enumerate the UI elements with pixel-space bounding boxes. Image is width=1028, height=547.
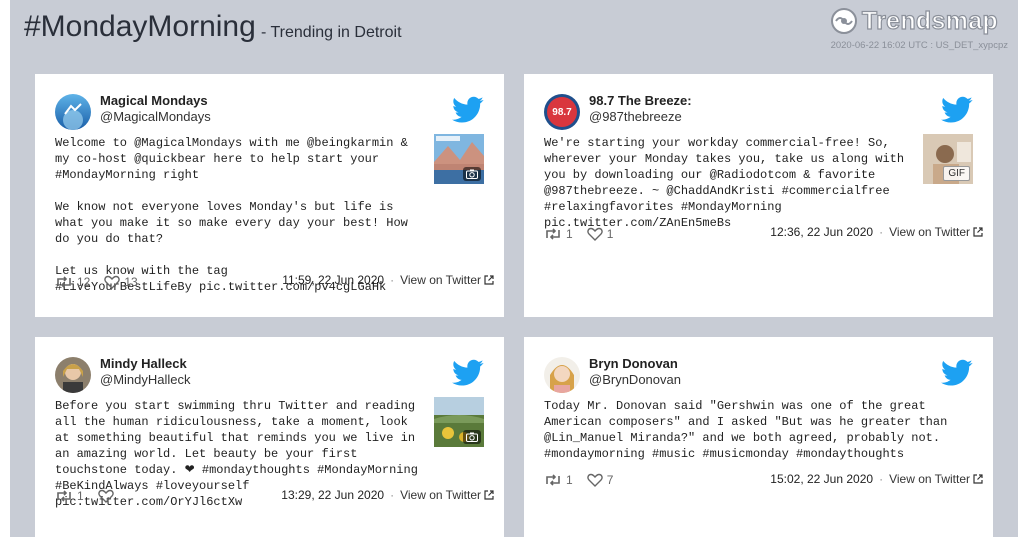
view-on-twitter-label: View on Twitter — [400, 488, 481, 502]
page-subtitle: - Trending in Detroit — [261, 24, 402, 41]
avatar[interactable] — [544, 357, 580, 393]
view-on-twitter-link[interactable]: View on Twitter — [400, 273, 494, 287]
tweet-time: 11:59, 22 Jun 2020 — [282, 273, 385, 287]
retweet-count: 1 — [566, 473, 573, 487]
tweet-text: We're starting your workday commercial-f… — [544, 136, 912, 230]
retweet-icon — [57, 276, 71, 288]
author-handle[interactable]: @MindyHalleck — [100, 372, 191, 387]
tweet-card: 98.7 98.7 The Breeze: @987thebreeze We'r… — [524, 74, 993, 317]
view-on-twitter-label: View on Twitter — [889, 472, 970, 486]
page-title: #MondayMorning — [24, 10, 256, 43]
retweet-count: 1 — [77, 489, 84, 503]
retweet-count: 1 — [566, 227, 573, 241]
retweet-icon — [546, 474, 560, 486]
retweet-button[interactable]: 12 — [55, 275, 90, 289]
tweet-actions: 1 — [55, 489, 118, 503]
tweet-text: Welcome to @MagicalMondays with me @bein… — [55, 136, 408, 294]
tweet-footer: 15:02, 22 Jun 2020 · View on Twitter — [770, 472, 983, 486]
tweet-time: 13:29, 22 Jun 2020 — [281, 488, 385, 502]
retweet-icon — [546, 228, 560, 240]
brand-logo[interactable]: Trendsmap — [830, 6, 998, 36]
camera-icon — [463, 430, 481, 444]
author-name[interactable]: Bryn Donovan — [589, 356, 678, 371]
like-count: 13 — [124, 275, 138, 289]
tweet-media-thumbnail[interactable]: GIF — [923, 134, 973, 184]
external-link-icon — [484, 275, 494, 285]
tweet-actions: 12 13 — [55, 275, 138, 289]
tweet-time: 12:36, 22 Jun 2020 — [770, 225, 874, 239]
tweet-actions: 1 7 — [544, 473, 613, 487]
external-link-icon — [973, 474, 983, 484]
retweet-icon — [57, 490, 71, 502]
retweet-button[interactable]: 1 — [544, 227, 573, 241]
author-name[interactable]: Magical Mondays — [100, 93, 208, 108]
author-handle[interactable]: @BrynDonovan — [589, 372, 681, 387]
view-on-twitter-link[interactable]: View on Twitter — [889, 472, 983, 486]
timestamp-meta: 2020-06-22 16:02 UTC : US_DET_xypcpz — [830, 40, 1008, 51]
tweet-footer: 12:36, 22 Jun 2020 · View on Twitter — [770, 225, 983, 239]
brand-name: Trendsmap — [861, 6, 998, 35]
svg-text:98.7: 98.7 — [552, 107, 572, 118]
separator-dot: · — [390, 273, 395, 287]
author-name[interactable]: Mindy Halleck — [100, 356, 187, 371]
external-link-icon — [484, 490, 494, 500]
retweet-button[interactable]: 1 — [544, 473, 573, 487]
page-background: #MondayMorning - Trending in Detroit Tre… — [10, 0, 1018, 547]
tweet-card: Magical Mondays @MagicalMondays Welcome … — [35, 74, 504, 317]
tweet-footer: 13:29, 22 Jun 2020 · View on Twitter — [281, 488, 494, 502]
twitter-bird-icon[interactable] — [452, 359, 484, 387]
like-button[interactable]: 13 — [104, 275, 138, 289]
tweet-card: Mindy Halleck @MindyHalleck Before you s… — [35, 337, 504, 547]
view-on-twitter-link[interactable]: View on Twitter — [889, 225, 983, 239]
twitter-bird-icon[interactable] — [941, 96, 973, 124]
separator-dot: · — [879, 472, 884, 486]
tweet-media-thumbnail[interactable] — [434, 397, 484, 447]
heart-icon — [586, 227, 603, 241]
camera-icon — [463, 167, 481, 181]
trendsmap-logo-icon — [830, 8, 857, 34]
avatar[interactable]: 98.7 — [544, 94, 580, 130]
heart-icon — [97, 489, 114, 503]
view-on-twitter-link[interactable]: View on Twitter — [400, 488, 494, 502]
like-count: 1 — [606, 227, 614, 241]
author-handle[interactable]: @MagicalMondays — [100, 109, 211, 124]
separator-dot: · — [390, 488, 395, 502]
avatar[interactable] — [55, 94, 91, 130]
heart-icon — [104, 275, 121, 289]
heart-icon — [586, 473, 603, 487]
view-on-twitter-label: View on Twitter — [400, 273, 481, 287]
author-handle[interactable]: @987thebreeze — [589, 109, 682, 124]
tweet-time: 15:02, 22 Jun 2020 — [770, 472, 874, 486]
tweet-media-thumbnail[interactable] — [434, 134, 484, 184]
author-name[interactable]: 98.7 The Breeze: — [589, 93, 692, 108]
external-link-icon — [973, 227, 983, 237]
tweet-footer: 11:59, 22 Jun 2020 · View on Twitter — [282, 273, 494, 287]
view-on-twitter-label: View on Twitter — [889, 225, 970, 239]
separator-dot: · — [879, 225, 884, 239]
gif-badge: GIF — [943, 166, 970, 181]
avatar[interactable] — [55, 357, 91, 393]
retweet-button[interactable]: 1 — [55, 489, 84, 503]
tweet-text: Today Mr. Donovan said "Gershwin was one… — [544, 399, 948, 461]
twitter-bird-icon[interactable] — [941, 359, 973, 387]
like-count: 7 — [606, 473, 614, 487]
like-button[interactable] — [97, 489, 118, 503]
twitter-bird-icon[interactable] — [452, 96, 484, 124]
retweet-count: 12 — [77, 275, 91, 289]
tweet-card: Bryn Donovan @BrynDonovan Today Mr. Dono… — [524, 337, 993, 547]
like-button[interactable]: 1 — [586, 227, 614, 241]
like-button[interactable]: 7 — [586, 473, 614, 487]
tweet-actions: 1 1 — [544, 227, 613, 241]
